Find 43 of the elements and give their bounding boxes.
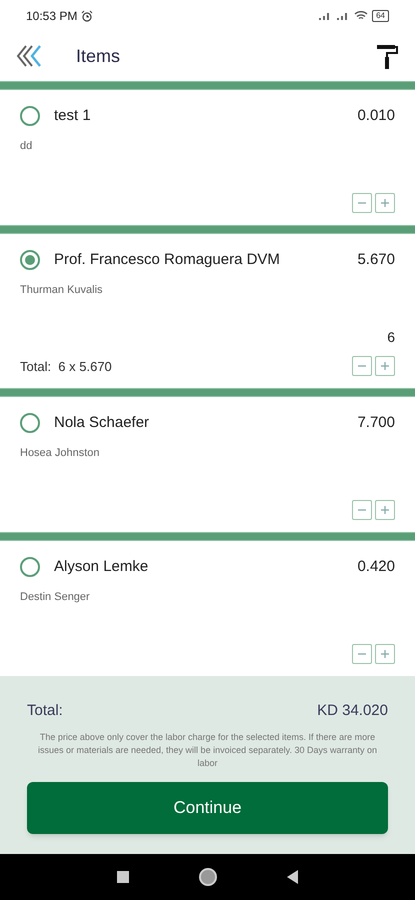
home-icon[interactable] xyxy=(198,868,216,886)
minus-button[interactable] xyxy=(352,644,372,664)
item-subtitle: Thurman Kuvalis xyxy=(20,283,103,298)
item-subtitle: Destin Senger xyxy=(20,590,90,606)
continue-button[interactable]: Continue xyxy=(27,782,388,834)
quantity: 6 xyxy=(387,328,395,348)
plus-button[interactable] xyxy=(375,193,395,214)
wifi-icon xyxy=(354,10,368,22)
plus-button[interactable] xyxy=(375,356,395,376)
minus-button[interactable] xyxy=(352,193,372,214)
radio-button[interactable] xyxy=(20,250,40,270)
plus-button[interactable] xyxy=(375,500,395,520)
item-name: test 1 xyxy=(54,106,92,126)
plus-icon xyxy=(380,505,390,516)
item-name: Prof. Francesco Romaguera DVM xyxy=(54,250,281,270)
total-label: Total: xyxy=(27,701,63,722)
paint-roller-icon[interactable] xyxy=(375,42,399,70)
radio-button[interactable] xyxy=(20,557,40,578)
battery-icon: 64 xyxy=(372,10,389,22)
page-title: Items xyxy=(76,44,122,68)
plus-icon xyxy=(380,649,390,660)
plus-icon xyxy=(380,198,390,208)
item-name: Alyson Lemke xyxy=(54,557,150,578)
minus-button[interactable] xyxy=(352,500,372,520)
labor-note: The price above only cover the labor charge for the selected items. If there are more issues or materials are needed, they will be invoiced separately. 30 Days warranty on labor xyxy=(36,730,378,770)
item-price: 0.010 xyxy=(357,106,395,126)
plus-icon xyxy=(380,361,390,372)
item-subtitle: dd xyxy=(20,139,32,154)
item-total: Total: 6 x 5.670 xyxy=(20,358,112,376)
item-name: Nola Schaefer xyxy=(54,413,150,434)
item-price: 5.670 xyxy=(357,250,395,270)
item-price: 0.420 xyxy=(357,557,395,578)
item-subtitle: Hosea Johnston xyxy=(20,446,100,462)
radio-button[interactable] xyxy=(20,413,40,434)
plus-button[interactable] xyxy=(375,644,395,664)
status-time: 10:53 PM xyxy=(26,8,78,25)
recents-icon[interactable] xyxy=(116,870,128,883)
alarm-icon xyxy=(81,10,94,22)
minus-button[interactable] xyxy=(352,356,372,376)
back-icon[interactable] xyxy=(286,870,298,884)
item-price: 7.700 xyxy=(357,413,395,434)
total-value: KD 34.020 xyxy=(317,701,388,722)
radio-button[interactable] xyxy=(20,106,40,126)
